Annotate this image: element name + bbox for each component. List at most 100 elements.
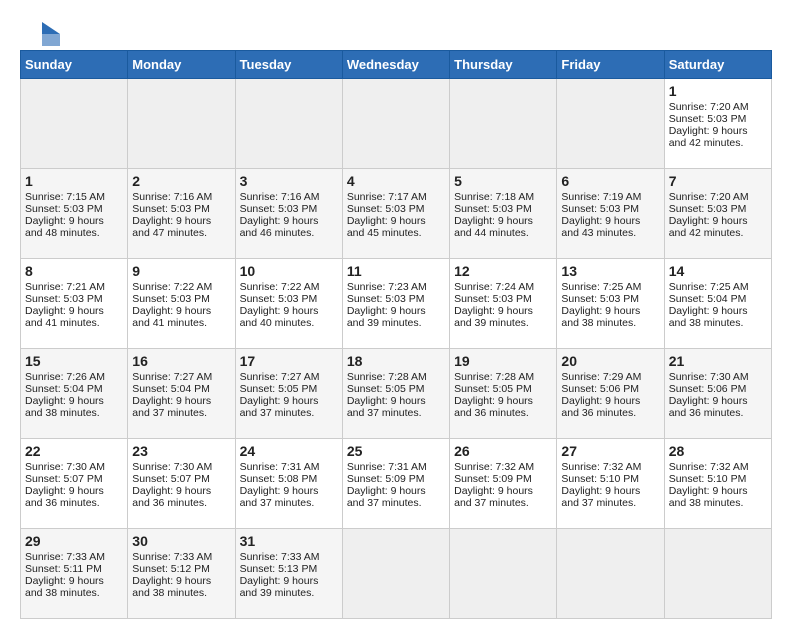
calendar-cell (557, 529, 664, 619)
calendar-cell: 25Sunrise: 7:31 AMSunset: 5:09 PMDayligh… (342, 439, 449, 529)
daylight-text: Daylight: 9 hours and 43 minutes. (561, 215, 640, 239)
sunset-text: Sunset: 5:12 PM (132, 563, 210, 575)
calendar-cell: 28Sunrise: 7:32 AMSunset: 5:10 PMDayligh… (664, 439, 771, 529)
day-header-sunday: Sunday (21, 51, 128, 79)
sunrise-text: Sunrise: 7:15 AM (25, 191, 105, 203)
day-number: 6 (561, 173, 659, 189)
calendar-cell (450, 79, 557, 169)
sunset-text: Sunset: 5:04 PM (25, 383, 103, 395)
daylight-text: Daylight: 9 hours and 39 minutes. (347, 305, 426, 329)
week-row-2: 8Sunrise: 7:21 AMSunset: 5:03 PMDaylight… (21, 259, 772, 349)
day-number: 22 (25, 443, 123, 459)
calendar-cell: 1Sunrise: 7:15 AMSunset: 5:03 PMDaylight… (21, 169, 128, 259)
calendar-cell: 24 Sunrise: 7:31 AMSunset: 5:08 PMDayligh… (235, 439, 342, 529)
sunset-text: Sunset: 5:03 PM (132, 203, 210, 215)
sunset-text: Sunset: 5:05 PM (240, 383, 318, 395)
calendar-cell (342, 79, 449, 169)
daylight-text: Daylight: 9 hours and 37 minutes. (240, 485, 319, 509)
day-number: 15 (25, 353, 123, 369)
sunset-text: Sunset: 5:08 PM (240, 473, 318, 485)
sunrise-text: Sunrise: 7:23 AM (347, 281, 427, 293)
sunrise-text: Sunrise: 7:19 AM (561, 191, 641, 203)
sunset-text: Sunset: 5:09 PM (454, 473, 532, 485)
sunrise-text: Sunrise: 7:26 AM (25, 371, 105, 383)
daylight-text: Daylight: 9 hours and 36 minutes. (669, 395, 748, 419)
sunset-text: Sunset: 5:03 PM (454, 293, 532, 305)
calendar-cell: 5Sunrise: 7:18 AMSunset: 5:03 PMDaylight… (450, 169, 557, 259)
sunset-text: Sunset: 5:03 PM (669, 113, 747, 125)
sunset-text: Sunset: 5:13 PM (240, 563, 318, 575)
calendar-cell: 17Sunrise: 7:27 AMSunset: 5:05 PMDayligh… (235, 349, 342, 439)
sunrise-text: Sunrise: 7:30 AM (669, 371, 749, 383)
logo-icon (22, 20, 60, 46)
day-number: 30 (132, 533, 230, 549)
daylight-text: Daylight: 9 hours and 42 minutes. (669, 125, 748, 149)
daylight-text: Daylight: 9 hours and 38 minutes. (669, 305, 748, 329)
daylight-text: Daylight: 9 hours and 38 minutes. (561, 305, 640, 329)
sunrise-text: Sunrise: 7:20 AM (669, 101, 749, 113)
calendar-cell: 19Sunrise: 7:28 AMSunset: 5:05 PMDayligh… (450, 349, 557, 439)
sunrise-text: Sunrise: 7:30 AM (25, 461, 105, 473)
sunset-text: Sunset: 5:10 PM (669, 473, 747, 485)
day-number: 25 (347, 443, 445, 459)
sunset-text: Sunset: 5:03 PM (240, 203, 318, 215)
sunset-text: Sunset: 5:03 PM (561, 203, 639, 215)
day-number: 14 (669, 263, 767, 279)
sunset-text: Sunset: 5:07 PM (132, 473, 210, 485)
sunrise-text: Sunrise: 7:27 AM (240, 371, 320, 383)
day-number: 18 (347, 353, 445, 369)
daylight-text: Daylight: 9 hours and 38 minutes. (669, 485, 748, 509)
sunrise-text: Sunrise: 7:32 AM (454, 461, 534, 473)
sunset-text: Sunset: 5:04 PM (669, 293, 747, 305)
daylight-text: Daylight: 9 hours and 38 minutes. (25, 395, 104, 419)
daylight-text: Daylight: 9 hours and 36 minutes. (25, 485, 104, 509)
header (20, 20, 772, 40)
calendar-cell (664, 529, 771, 619)
logo (20, 20, 60, 40)
day-number: 7 (669, 173, 767, 189)
day-header-wednesday: Wednesday (342, 51, 449, 79)
daylight-text: Daylight: 9 hours and 39 minutes. (454, 305, 533, 329)
day-number: 23 (132, 443, 230, 459)
calendar-cell: 30Sunrise: 7:33 AMSunset: 5:12 PMDayligh… (128, 529, 235, 619)
day-number: 1 (669, 83, 767, 99)
daylight-text: Daylight: 9 hours and 44 minutes. (454, 215, 533, 239)
sunrise-text: Sunrise: 7:22 AM (240, 281, 320, 293)
calendar-cell: 18Sunrise: 7:28 AMSunset: 5:05 PMDayligh… (342, 349, 449, 439)
sunrise-text: Sunrise: 7:31 AM (347, 461, 427, 473)
calendar-cell: 7Sunrise: 7:20 AMSunset: 5:03 PMDaylight… (664, 169, 771, 259)
sunset-text: Sunset: 5:03 PM (454, 203, 532, 215)
sunrise-text: Sunrise: 7:30 AM (132, 461, 212, 473)
sunset-text: Sunset: 5:03 PM (669, 203, 747, 215)
calendar-cell: 15 Sunrise: 7:26 AMSunset: 5:04 PMDayligh… (21, 349, 128, 439)
daylight-text: Daylight: 9 hours and 41 minutes. (25, 305, 104, 329)
day-number: 21 (669, 353, 767, 369)
sunset-text: Sunset: 5:03 PM (347, 203, 425, 215)
sunset-text: Sunset: 5:03 PM (132, 293, 210, 305)
sunset-text: Sunset: 5:03 PM (561, 293, 639, 305)
day-number: 12 (454, 263, 552, 279)
sunrise-text: Sunrise: 7:31 AM (240, 461, 320, 473)
week-row-0: 1 Sunrise: 7:20 AMSunset: 5:03 PMDaylight… (21, 79, 772, 169)
sunset-text: Sunset: 5:09 PM (347, 473, 425, 485)
calendar-cell: 16Sunrise: 7:27 AMSunset: 5:04 PMDayligh… (128, 349, 235, 439)
week-row-5: 29Sunrise: 7:33 AMSunset: 5:11 PMDayligh… (21, 529, 772, 619)
daylight-text: Daylight: 9 hours and 38 minutes. (25, 575, 104, 599)
day-number: 11 (347, 263, 445, 279)
week-row-3: 15Sunrise: 7:26 AMSunset: 5:04 PMDayligh… (21, 349, 772, 439)
sunrise-text: Sunrise: 7:28 AM (454, 371, 534, 383)
sunrise-text: Sunrise: 7:28 AM (347, 371, 427, 383)
day-number: 17 (240, 353, 338, 369)
calendar-table: SundayMondayTuesdayWednesdayThursdayFrid… (20, 50, 772, 619)
sunset-text: Sunset: 5:10 PM (561, 473, 639, 485)
calendar-cell: 29Sunrise: 7:33 AMSunset: 5:11 PMDayligh… (21, 529, 128, 619)
day-number: 31 (240, 533, 338, 549)
sunset-text: Sunset: 5:03 PM (25, 293, 103, 305)
calendar-cell (450, 529, 557, 619)
week-row-4: 22Sunrise: 7:30 AMSunset: 5:07 PMDayligh… (21, 439, 772, 529)
daylight-text: Daylight: 9 hours and 39 minutes. (240, 575, 319, 599)
sunrise-text: Sunrise: 7:22 AM (132, 281, 212, 293)
sunset-text: Sunset: 5:11 PM (25, 563, 102, 575)
day-number: 24 (240, 443, 338, 459)
day-number: 1 (25, 173, 123, 189)
